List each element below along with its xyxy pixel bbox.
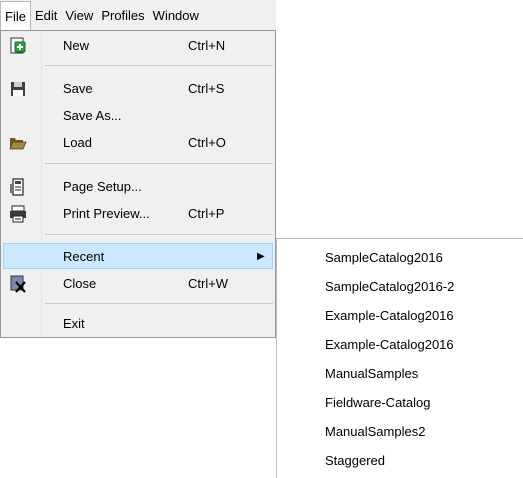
new-icon xyxy=(9,37,27,55)
menu-item-label: Exit xyxy=(63,316,85,331)
recent-submenu: SampleCatalog2016 SampleCatalog2016-2 Ex… xyxy=(276,238,523,478)
menu-item-label: Load xyxy=(63,135,92,150)
recent-item[interactable]: Example-Catalog2016 xyxy=(325,302,454,330)
save-icon xyxy=(9,80,27,98)
recent-item[interactable]: Example-Catalog2016 xyxy=(325,331,454,359)
submenu-arrow-icon: ▶ xyxy=(257,251,265,262)
recent-item[interactable]: SampleCatalog2016-2 xyxy=(325,273,454,301)
page-setup-icon xyxy=(9,178,27,196)
menu-item-load[interactable]: Load Ctrl+O xyxy=(3,130,273,156)
menubar-view[interactable]: View xyxy=(61,0,97,31)
menu-item-label: Save As... xyxy=(63,108,122,123)
recent-item[interactable]: Fieldware-Catalog xyxy=(325,389,431,417)
menu-separator xyxy=(45,65,273,66)
menu-item-print-preview[interactable]: Print Preview... Ctrl+P xyxy=(3,201,273,227)
menubar-edit[interactable]: Edit xyxy=(31,0,61,31)
menubar: File Edit View Profiles Window xyxy=(0,0,276,31)
menu-separator xyxy=(45,303,273,304)
menu-item-close[interactable]: Close Ctrl+W xyxy=(3,271,273,297)
recent-item[interactable]: SampleCatalog2016 xyxy=(325,244,443,272)
menu-item-recent[interactable]: Recent ▶ xyxy=(3,243,273,269)
menu-item-shortcut: Ctrl+S xyxy=(188,81,225,96)
menubar-window[interactable]: Window xyxy=(149,0,203,31)
recent-item[interactable]: Staggered xyxy=(325,447,385,475)
recent-item[interactable]: ManualSamples2 xyxy=(325,418,425,446)
print-preview-icon xyxy=(9,205,27,223)
folder-open-icon xyxy=(9,134,27,152)
menu-item-label: New xyxy=(63,38,90,53)
menu-item-save-as[interactable]: Save As... xyxy=(3,103,273,129)
menu-item-label: Save xyxy=(63,81,93,96)
menu-item-label: Page Setup... xyxy=(63,179,142,194)
menu-item-shortcut: Ctrl+O xyxy=(188,135,226,150)
menu-item-shortcut: Ctrl+P xyxy=(188,206,225,221)
close-document-icon xyxy=(9,275,27,293)
menu-separator xyxy=(45,234,273,235)
menubar-file[interactable]: File xyxy=(0,0,31,31)
menu-item-save[interactable]: Save Ctrl+S xyxy=(3,76,273,102)
file-menu: New Ctrl+N Save Ctrl+S Save As... Load C… xyxy=(0,30,276,338)
menubar-profiles[interactable]: Profiles xyxy=(97,0,148,31)
menu-item-new[interactable]: New Ctrl+N xyxy=(3,33,273,59)
menu-item-page-setup[interactable]: Page Setup... xyxy=(3,174,273,200)
menu-item-exit[interactable]: Exit xyxy=(3,311,273,337)
recent-item[interactable]: ManualSamples xyxy=(325,360,418,388)
menu-separator xyxy=(45,163,273,164)
menu-item-label: Recent xyxy=(63,249,105,264)
menu-item-shortcut: Ctrl+N xyxy=(188,38,226,53)
menu-item-label: Print Preview... xyxy=(63,206,150,221)
menu-item-shortcut: Ctrl+W xyxy=(188,276,229,291)
menu-item-label: Close xyxy=(63,276,97,291)
